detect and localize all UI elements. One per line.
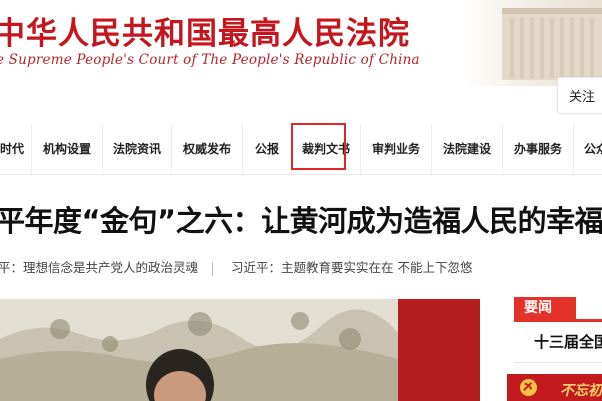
photo-side-panel xyxy=(398,299,480,401)
photo-scene xyxy=(0,299,398,401)
nav-item-gazette[interactable]: 公报 xyxy=(243,124,291,174)
headline-title[interactable]: 平年度“金句”之六：让黄河成为造福人民的幸福河 xyxy=(0,198,602,240)
party-emblem-icon xyxy=(519,378,538,397)
court-building-image xyxy=(462,0,602,86)
sublink-2[interactable]: 习近平：主题教育要实实在在 不能上下忽悠 xyxy=(231,260,472,275)
nav-item-releases[interactable]: 权威发布 xyxy=(172,124,242,174)
party-banner-text: 不忘初 xyxy=(560,383,602,399)
main-nav: 时代 机构设置 法院资讯 权威发布 公报 裁判文书 审判业务 法院建设 办事服务… xyxy=(0,124,602,175)
nav-item-court-building[interactable]: 法院建设 xyxy=(432,124,502,174)
nav-item-organization[interactable]: 机构设置 xyxy=(32,124,102,174)
news-tab-label: 要闻 xyxy=(524,300,552,316)
news-tab[interactable]: 要闻 xyxy=(514,297,576,319)
nav-item-era[interactable]: 时代 xyxy=(0,124,32,174)
news-tab-underline xyxy=(514,319,602,322)
sublink-divider xyxy=(212,261,214,276)
site-subtitle: e Supreme People's Court of The People's… xyxy=(0,52,420,68)
site-header: 中华人民共和国最高人民法院 e Supreme People's Court o… xyxy=(0,0,602,86)
follow-button[interactable]: 关注 xyxy=(557,77,602,114)
news-divider xyxy=(514,362,602,363)
headline-sublinks: 平：理想信念是共产党人的政治灵魂 习近平：主题教育要实实在在 不能上下忽悠 xyxy=(0,257,473,276)
nav-item-court-news[interactable]: 法院资讯 xyxy=(103,124,171,174)
nav-item-public[interactable]: 公众 xyxy=(584,124,602,174)
headline-photo[interactable] xyxy=(0,299,398,401)
news-list-item[interactable]: 十三届全国 xyxy=(534,331,602,352)
follow-label: 关注 xyxy=(569,90,596,105)
nav-divider xyxy=(573,124,574,174)
site-title: 中华人民共和国最高人民法院 xyxy=(0,16,410,52)
nav-item-trial-business[interactable]: 审判业务 xyxy=(361,124,431,174)
nav-item-services[interactable]: 办事服务 xyxy=(503,124,573,174)
nav-item-judgments[interactable]: 裁判文书 xyxy=(292,124,360,174)
sublink-1[interactable]: 平：理想信念是共产党人的政治灵魂 xyxy=(0,260,198,275)
